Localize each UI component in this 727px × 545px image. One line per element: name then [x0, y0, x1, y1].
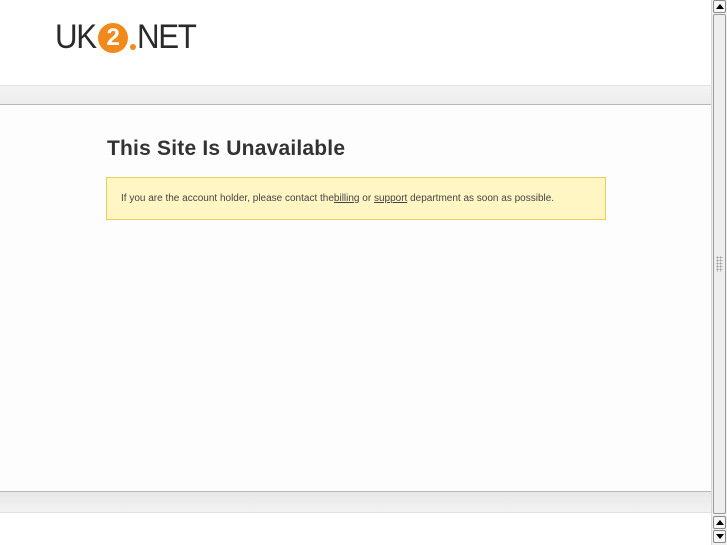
notice-text-after: department as soon as possible.: [407, 193, 555, 204]
logo-prefix: UK: [55, 17, 97, 56]
arrow-down-icon: [715, 534, 724, 539]
scroll-down-button[interactable]: [713, 530, 726, 543]
scroll-up-button-lower[interactable]: [713, 516, 726, 529]
logo-dot: [130, 44, 137, 50]
notice-text-before: If you are the account holder, please co…: [121, 193, 334, 204]
page-title: This Site Is Unavailable: [107, 137, 346, 160]
main-content: This Site Is Unavailable If you are the …: [0, 105, 711, 491]
logo-suffix: NET: [137, 17, 197, 56]
footer-divider-band: [0, 491, 711, 513]
scroll-up-button[interactable]: [713, 0, 726, 13]
arrow-up-icon: [715, 520, 724, 525]
uk2-logo[interactable]: UK 2 NET: [55, 18, 201, 56]
notice-text-middle: or: [359, 193, 374, 204]
site-footer: [0, 513, 711, 545]
logo-badge: 2: [98, 23, 129, 53]
browser-page: UK 2 NET This Site Is Unavailable If you…: [0, 0, 727, 545]
site-header: UK 2 NET: [0, 0, 711, 85]
billing-link[interactable]: billing: [334, 193, 360, 204]
vertical-scrollbar[interactable]: [711, 0, 727, 545]
notice-box: If you are the account holder, please co…: [106, 177, 606, 220]
scrollbar-thumb[interactable]: [713, 14, 726, 514]
arrow-up-icon: [715, 4, 724, 9]
grip-icon: [716, 256, 723, 272]
header-divider-band: [0, 85, 711, 105]
support-link[interactable]: support: [374, 193, 407, 204]
page-viewport: UK 2 NET This Site Is Unavailable If you…: [0, 0, 711, 545]
